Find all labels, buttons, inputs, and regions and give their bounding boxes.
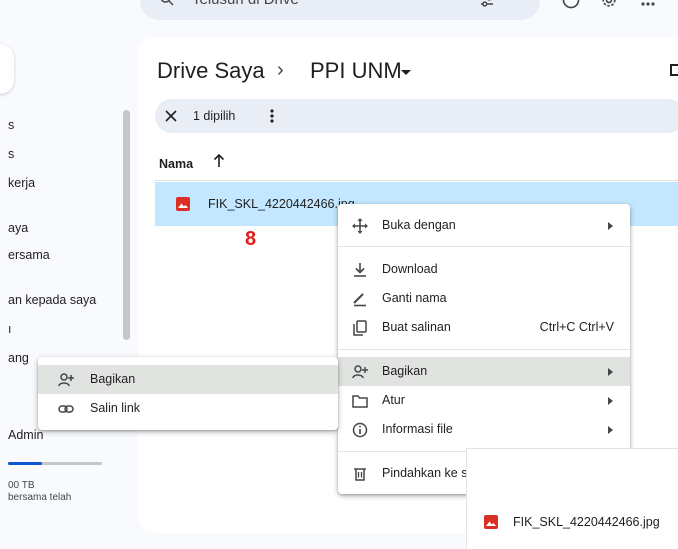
menu-item-shortcut: Ctrl+C Ctrl+V bbox=[539, 320, 614, 334]
image-file-icon bbox=[176, 197, 190, 211]
storage-text-2: bersama telah bbox=[8, 492, 72, 503]
menu-item-share[interactable]: Bagikan bbox=[338, 357, 630, 386]
folder-icon bbox=[352, 395, 368, 408]
info-icon bbox=[352, 422, 368, 438]
menu-item-label: Bagikan bbox=[382, 364, 428, 378]
sidebar-item-5[interactable]: ersama bbox=[8, 248, 50, 262]
divider bbox=[155, 180, 678, 181]
menu-item-rename[interactable]: Ganti nama bbox=[338, 284, 630, 313]
sidebar-item-3[interactable]: kerja bbox=[8, 176, 35, 190]
breadcrumb-separator: › bbox=[277, 59, 284, 81]
details-panel bbox=[466, 448, 678, 549]
menu-item-label: Buka dengan bbox=[382, 218, 456, 232]
chevron-right-icon bbox=[608, 426, 613, 434]
search-icon[interactable] bbox=[158, 0, 176, 8]
selected-count: 1 dipilih bbox=[193, 109, 236, 123]
sidebar-item-admin[interactable]: Admin bbox=[8, 428, 43, 442]
chevron-right-icon bbox=[608, 222, 613, 230]
submenu-item-share[interactable]: Bagikan bbox=[38, 365, 338, 394]
more-vert-icon[interactable] bbox=[270, 108, 274, 124]
sidebar-item-1[interactable]: s bbox=[8, 118, 14, 132]
copy-icon bbox=[353, 320, 367, 336]
settings-icon[interactable] bbox=[599, 0, 619, 10]
sidebar-item-4[interactable]: aya bbox=[8, 221, 28, 235]
menu-item-label: Informasi file bbox=[382, 422, 453, 436]
column-header-name[interactable]: Nama bbox=[159, 157, 193, 171]
breadcrumb-root[interactable]: Drive Saya bbox=[157, 58, 265, 84]
chevron-down-icon[interactable] bbox=[401, 70, 411, 75]
new-button[interactable] bbox=[0, 44, 14, 94]
image-file-icon bbox=[484, 515, 498, 529]
sidebar-item-6[interactable]: an kepada saya bbox=[8, 293, 96, 307]
submenu-item-label: Salin link bbox=[90, 401, 141, 415]
file-name[interactable]: FIK_SKL_4220442466.jpg bbox=[208, 197, 355, 211]
menu-item-download[interactable]: Download bbox=[338, 255, 630, 284]
rename-icon bbox=[353, 293, 366, 307]
menu-item-file-info[interactable]: Informasi file bbox=[338, 415, 630, 444]
sidebar-item-7[interactable]: ı bbox=[8, 322, 11, 336]
submenu-item-copy-link[interactable]: Salin link bbox=[38, 394, 338, 423]
close-icon[interactable] bbox=[164, 109, 178, 123]
breadcrumb-folder[interactable]: PPI UNM bbox=[310, 58, 402, 84]
sidebar-scrollbar[interactable] bbox=[123, 110, 130, 340]
open-with-icon bbox=[352, 218, 368, 234]
details-file-name: FIK_SKL_4220442466.jpg bbox=[513, 515, 660, 529]
chevron-right-icon bbox=[608, 397, 613, 405]
divider bbox=[338, 246, 630, 247]
menu-item-label: Atur bbox=[382, 393, 405, 407]
submenu-item-label: Bagikan bbox=[90, 372, 136, 386]
storage-text-1: 00 TB bbox=[8, 480, 35, 491]
grid-layout-icon[interactable] bbox=[670, 64, 678, 76]
storage-bar-fill bbox=[8, 462, 42, 465]
step-annotation-8: 8 bbox=[245, 228, 257, 250]
chevron-right-icon bbox=[608, 368, 613, 376]
menu-item-label: Buat salinan bbox=[382, 320, 451, 334]
search-input[interactable]: Telusuri di Drive bbox=[192, 0, 299, 8]
apps-icon[interactable] bbox=[641, 0, 655, 8]
divider bbox=[338, 349, 630, 350]
share-icon bbox=[58, 373, 74, 387]
trash-icon bbox=[354, 468, 366, 481]
share-icon bbox=[352, 365, 368, 379]
menu-item-organize[interactable]: Atur bbox=[338, 386, 630, 415]
download-icon bbox=[354, 263, 366, 277]
help-icon[interactable] bbox=[561, 0, 581, 10]
menu-item-label: Download bbox=[382, 262, 438, 276]
sidebar-item-2[interactable]: s bbox=[8, 147, 14, 161]
sidebar-item-8[interactable]: ang bbox=[8, 351, 29, 365]
arrow-up-icon[interactable] bbox=[213, 152, 225, 168]
menu-item-open-with[interactable]: Buka dengan bbox=[338, 211, 630, 240]
link-icon bbox=[58, 405, 74, 413]
menu-item-make-copy[interactable]: Buat salinan Ctrl+C Ctrl+V bbox=[338, 313, 630, 342]
search-options-icon[interactable] bbox=[478, 0, 496, 10]
menu-item-label: Ganti nama bbox=[382, 291, 447, 305]
